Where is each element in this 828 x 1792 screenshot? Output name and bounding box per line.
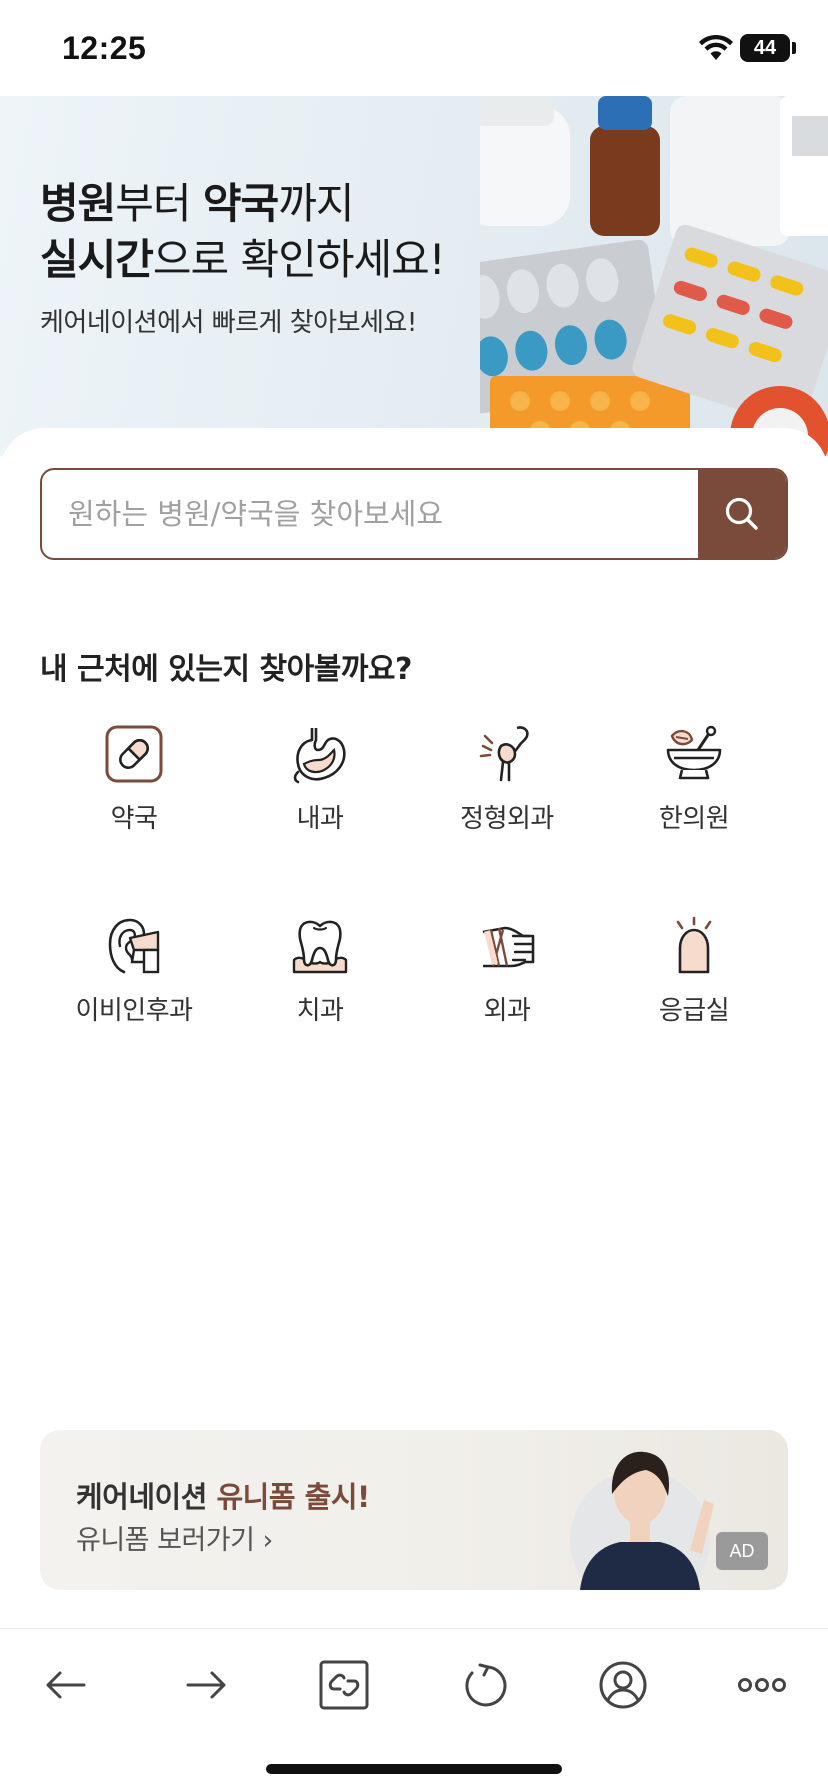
category-pharmacy[interactable]: 약국 — [41, 724, 227, 835]
wifi-icon — [699, 34, 733, 60]
bone-joint-icon — [479, 726, 529, 782]
category-orthopedics[interactable]: 정형외과 — [414, 724, 600, 835]
reload-button[interactable] — [452, 1653, 516, 1717]
category-label: 외과 — [483, 996, 531, 1026]
link-icon — [319, 1660, 369, 1710]
forward-arrow-icon — [186, 1671, 226, 1699]
ad-title-highlight: 유니폼 출시! — [216, 1480, 371, 1514]
hero-title-bold: 병원 — [40, 179, 116, 228]
category-oriental-medicine[interactable]: 한의원 — [601, 724, 787, 835]
category-emergency[interactable]: 응급실 — [601, 916, 787, 1027]
reload-icon — [465, 1663, 507, 1707]
profile-icon — [599, 1661, 647, 1709]
search-input[interactable] — [42, 470, 700, 558]
category-label: 이비인후과 — [75, 996, 193, 1026]
ad-badge: AD — [716, 1532, 768, 1570]
more-icon — [738, 1678, 786, 1692]
search-icon — [725, 497, 758, 530]
category-label: 약국 — [110, 804, 158, 834]
category-label: 응급실 — [658, 996, 730, 1026]
search-button[interactable] — [698, 470, 786, 558]
status-bar: 12:25 44 — [0, 0, 828, 96]
ear-icon — [108, 918, 160, 974]
hero-title-text: 으로 확인하세요! — [152, 235, 446, 284]
stomach-icon — [293, 728, 346, 784]
profile-button[interactable] — [591, 1653, 655, 1717]
ad-banner[interactable]: 케어네이션 유니폼 출시! 유니폼 보러가기 › AD — [40, 1430, 788, 1590]
more-button[interactable] — [730, 1653, 794, 1717]
tooth-icon — [292, 920, 348, 974]
category-label: 내과 — [296, 804, 344, 834]
back-arrow-icon — [46, 1671, 86, 1699]
category-dental[interactable]: 치과 — [227, 916, 413, 1027]
hero-title-bold: 약국 — [202, 179, 279, 228]
battery-cap — [792, 42, 796, 54]
forward-button[interactable] — [174, 1653, 238, 1717]
ad-title-text: 케어네이션 — [76, 1480, 217, 1514]
category-label: 정형외과 — [460, 804, 554, 834]
ad-title: 케어네이션 유니폼 출시! — [76, 1474, 370, 1516]
share-link-button[interactable] — [312, 1653, 376, 1717]
search-bar — [40, 468, 788, 560]
hero-title-text: 까지 — [278, 179, 354, 228]
ad-link[interactable]: 유니폼 보러가기 › — [76, 1518, 273, 1557]
mortar-pestle-icon — [666, 725, 722, 780]
emergency-light-icon — [676, 916, 712, 974]
category-label: 한의원 — [658, 804, 730, 834]
category-label: 치과 — [296, 996, 344, 1026]
bandaged-hand-icon — [482, 926, 535, 968]
model-photo — [570, 1451, 714, 1590]
category-surgery[interactable]: 외과 — [414, 916, 600, 1027]
nearby-section-title: 내 근처에 있는지 찾아볼까요? — [40, 652, 412, 687]
battery-level: 44 — [753, 37, 777, 59]
hero-subtitle: 케어네이션에서 빠르게 찾아보세요! — [40, 308, 417, 338]
hero-title: 병원부터 약국까지 실시간으로 확인하세요! — [40, 176, 446, 288]
category-ent[interactable]: 이비인후과 — [41, 916, 227, 1027]
back-button[interactable] — [34, 1653, 98, 1717]
home-indicator — [266, 1764, 562, 1774]
medicine-illustration — [480, 96, 828, 456]
status-time: 12:25 — [62, 30, 147, 66]
hero-title-text: 부터 — [115, 179, 203, 228]
hero-title-bold: 실시간 — [40, 235, 154, 284]
battery-icon: 44 — [740, 34, 790, 62]
category-internal-medicine[interactable]: 내과 — [227, 724, 413, 835]
hero-banner[interactable]: 병원부터 약국까지 실시간으로 확인하세요! 케어네이션에서 빠르게 찾아보세요… — [0, 96, 828, 456]
pill-icon — [105, 725, 163, 783]
